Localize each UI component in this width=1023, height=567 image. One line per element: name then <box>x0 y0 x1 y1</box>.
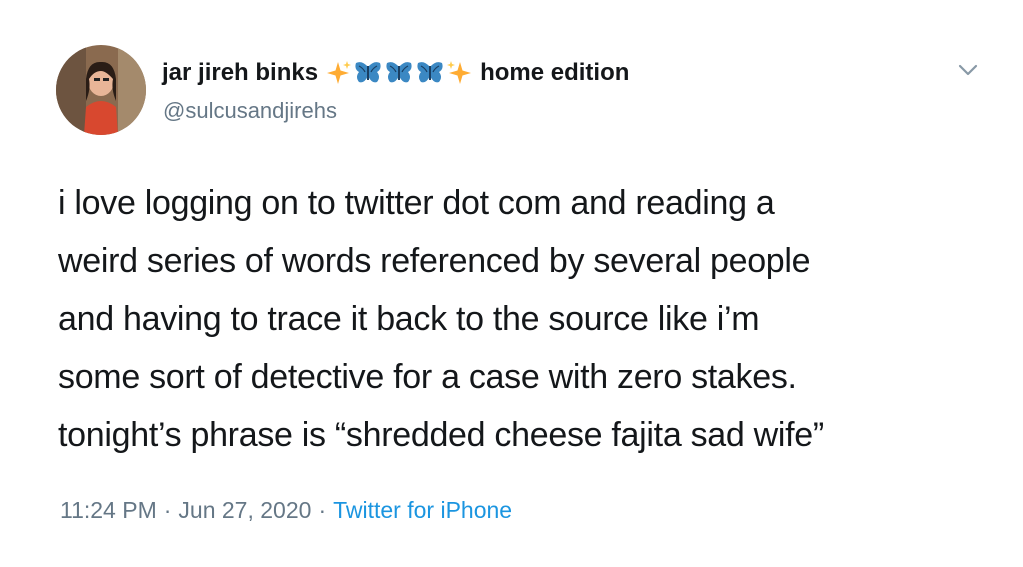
butterfly-icon <box>355 62 381 83</box>
avatar-image <box>56 45 146 135</box>
display-name[interactable]: jar jireh binks <box>162 59 318 87</box>
tweet-date[interactable]: Jun 27, 2020 <box>178 497 311 524</box>
chevron-down-icon <box>958 64 978 76</box>
meta-separator: · <box>163 497 172 523</box>
tweet-source-link[interactable]: Twitter for iPhone <box>333 497 512 524</box>
tweet-time[interactable]: 11:24 PM <box>60 497 157 524</box>
author-handle[interactable]: @sulcusandjirehs <box>163 98 337 124</box>
tweet-card: jar jireh binks home edition @sulcusandj… <box>0 0 1023 567</box>
author-name-row[interactable]: jar jireh binks home edition <box>162 58 629 88</box>
display-name-suffix[interactable]: home edition <box>480 59 629 87</box>
tweet-text: i love logging on to twitter dot com and… <box>58 174 978 464</box>
butterfly-icon <box>417 62 443 83</box>
sparkles-icon <box>327 61 352 84</box>
tweet-text-line: and having to trace it back to the sourc… <box>58 300 760 338</box>
tweet-text-line: tonight’s phrase is “shredded cheese faj… <box>58 416 824 454</box>
tweet-meta: 11:24 PM · Jun 27, 2020 · Twitter for iP… <box>60 497 512 524</box>
tweet-text-line: some sort of detective for a case with z… <box>58 358 797 396</box>
tweet-text-line: i love logging on to twitter dot com and… <box>58 184 775 222</box>
meta-separator: · <box>318 497 327 523</box>
name-emojis <box>324 59 474 87</box>
tweet-text-line: weird series of words referenced by seve… <box>58 242 811 280</box>
butterfly-icon <box>386 62 412 83</box>
sparkles-icon <box>447 61 472 84</box>
more-options-button[interactable] <box>955 58 981 82</box>
avatar[interactable] <box>56 45 146 135</box>
